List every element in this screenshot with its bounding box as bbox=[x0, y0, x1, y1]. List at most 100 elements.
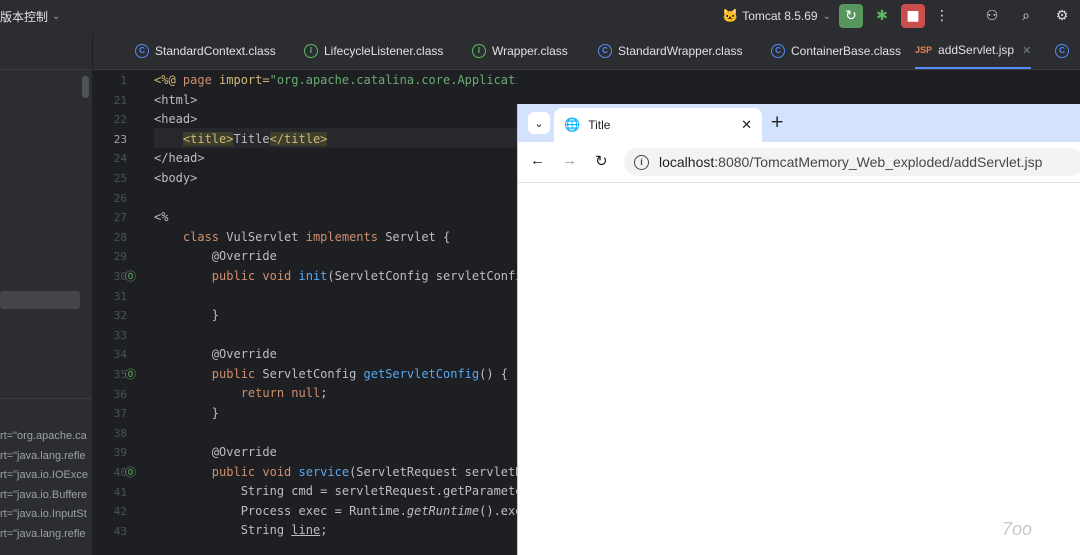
code-editor[interactable]: <%@ page import="org.apache.catalina.cor… bbox=[154, 70, 517, 555]
line-number: 41 bbox=[113, 486, 127, 499]
code-line: <%@ page import="org.apache.catalina.cor… bbox=[154, 73, 517, 87]
code-line: } bbox=[154, 406, 219, 420]
add-user-icon[interactable]: ⚇ bbox=[980, 4, 1004, 28]
browser-tab-title: Title bbox=[588, 118, 611, 132]
line-number: 31 bbox=[113, 290, 127, 303]
code-line: Process exec = Runtime.getRuntime().exec… bbox=[154, 504, 517, 518]
token: @Override bbox=[211, 249, 277, 263]
gear-icon[interactable]: ⚙ bbox=[1050, 4, 1074, 28]
close-icon[interactable]: ✕ bbox=[1022, 44, 1031, 57]
line-number: 30 bbox=[113, 270, 127, 283]
project-panel-header bbox=[0, 33, 92, 70]
line-number: 22 bbox=[113, 113, 127, 126]
line-number: 36 bbox=[113, 388, 127, 401]
tab-label: StandardWrapper.class bbox=[618, 44, 743, 58]
line-number: 29 bbox=[113, 250, 127, 263]
run-config-label: Tomcat 8.5.69 bbox=[742, 9, 818, 23]
line-number-gutter: 1 21 22 23 24 25 26 27 28 29 30 31 32 33… bbox=[93, 70, 153, 555]
tab-label: LifecycleListener.class bbox=[324, 44, 444, 58]
close-icon[interactable]: ✕ bbox=[741, 117, 752, 133]
tab-standard-context[interactable]: C StandardContext.class bbox=[135, 33, 276, 69]
reload-icon[interactable]: ↻ bbox=[595, 152, 608, 170]
back-icon[interactable]: ← bbox=[530, 152, 545, 169]
tab-overflow[interactable]: C bbox=[1055, 33, 1075, 69]
code-line: public void service(ServletRequest servl… bbox=[154, 465, 517, 479]
line-number: 23 bbox=[113, 133, 127, 146]
preview-line: rt="java.lang.refle bbox=[0, 449, 86, 462]
line-number: 27 bbox=[113, 211, 127, 224]
project-panel: rt="org.apache.ca rt="java.lang.refle rt… bbox=[0, 33, 93, 555]
tab-standard-wrapper[interactable]: C StandardWrapper.class bbox=[598, 33, 743, 69]
line-number: 43 bbox=[113, 525, 127, 538]
tab-wrapper[interactable]: I Wrapper.class bbox=[472, 33, 568, 69]
new-tab-icon[interactable]: + bbox=[770, 112, 784, 132]
search-icon[interactable]: ⌕ bbox=[1014, 4, 1038, 28]
interface-icon: I bbox=[304, 44, 318, 58]
debug-icon[interactable]: ✱ bbox=[870, 4, 894, 28]
run-config-selector[interactable]: 🐱 Tomcat 8.5.69 ⌄ bbox=[722, 5, 831, 27]
browser-tab[interactable]: 🌐 Title ✕ bbox=[554, 108, 762, 142]
vcs-label: 版本控制 bbox=[0, 10, 49, 24]
vcs-menu[interactable]: 版本控制 ⌄ bbox=[0, 0, 60, 33]
tab-add-servlet[interactable]: JSP addServlet.jsp ✕ bbox=[915, 33, 1032, 69]
implements-marker-icon[interactable]: ⓪ bbox=[125, 464, 136, 480]
rerun-icon[interactable]: ↻ bbox=[839, 4, 863, 28]
code-line: @Override bbox=[154, 445, 277, 459]
token: } bbox=[211, 406, 220, 420]
preview-line: rt="java.lang.refle bbox=[0, 527, 86, 540]
class-icon: C bbox=[1055, 44, 1069, 58]
forward-icon[interactable]: → bbox=[562, 152, 577, 169]
tomcat-icon: 🐱 bbox=[722, 8, 739, 23]
more-icon[interactable]: ⋮ bbox=[930, 4, 954, 28]
preview-line: rt="org.apache.ca bbox=[0, 430, 87, 442]
token: String cmd = servletRequest.getParameter… bbox=[240, 484, 517, 498]
tab-label: ContainerBase.class bbox=[791, 44, 902, 58]
address-bar[interactable]: i localhost:8080/TomcatMemory_Web_explod… bbox=[624, 148, 1080, 176]
project-selected-item[interactable] bbox=[0, 291, 80, 309]
interface-icon: I bbox=[472, 44, 486, 58]
code-line: String line; bbox=[154, 523, 328, 537]
class-icon: C bbox=[598, 44, 612, 58]
token: <title> bbox=[182, 132, 234, 146]
implements-marker-icon[interactable]: ⓪ bbox=[125, 268, 136, 284]
token: public void bbox=[211, 465, 299, 479]
token: "org.apache.catalina.core.ApplicationCon… bbox=[269, 73, 517, 87]
tab-label: StandardContext.class bbox=[155, 44, 276, 58]
chevron-down-icon: ⌄ bbox=[822, 10, 831, 22]
class-icon: C bbox=[771, 44, 785, 58]
stop-icon[interactable]: ■ bbox=[901, 4, 925, 28]
code-line: class VulServlet implements Servlet { bbox=[154, 230, 450, 244]
token: service bbox=[298, 465, 350, 479]
main-toolbar: 版本控制 ⌄ 🐱 Tomcat 8.5.69 ⌄ ↻ ✱ ■ ⋮ ⚇ ⌕ ⚙ bbox=[0, 0, 1080, 33]
line-number: 38 bbox=[113, 427, 127, 440]
project-scrollbar[interactable] bbox=[82, 76, 89, 98]
tab-search-icon[interactable]: ⌄ bbox=[528, 112, 550, 134]
token: ; bbox=[320, 523, 328, 537]
url-host: localhost bbox=[659, 154, 715, 170]
preview-line: rt="java.io.Buffere bbox=[0, 488, 88, 501]
line-number: 32 bbox=[113, 309, 127, 322]
browser-tab-strip: ⌄ 🌐 Title ✕ + bbox=[518, 104, 1080, 142]
code-line: <html> bbox=[154, 93, 198, 107]
line-number: 33 bbox=[113, 329, 127, 342]
line-number: 1 bbox=[120, 74, 127, 87]
tab-lifecycle-listener[interactable]: I LifecycleListener.class bbox=[304, 33, 443, 69]
code-line: } bbox=[154, 308, 219, 322]
code-line: public void init(ServletConfig servletCo… bbox=[154, 269, 517, 283]
token: @Override bbox=[211, 347, 277, 361]
implements-marker-icon[interactable]: ⓪ bbox=[125, 366, 136, 382]
panel-divider bbox=[0, 398, 92, 399]
globe-icon: 🌐 bbox=[564, 117, 581, 132]
code-line: <body> bbox=[154, 171, 198, 185]
code-line: @Override bbox=[154, 249, 277, 263]
info-icon[interactable]: i bbox=[634, 154, 649, 170]
token: implements bbox=[305, 230, 378, 244]
token: <%@ bbox=[154, 73, 183, 87]
tab-container-base[interactable]: C ContainerBase.class bbox=[771, 33, 901, 69]
line-number: 21 bbox=[113, 94, 127, 107]
token: return null bbox=[240, 386, 321, 400]
browser-nav-bar: ← → ↻ i localhost:8080/TomcatMemory_Web_… bbox=[518, 142, 1080, 183]
token: line bbox=[291, 523, 321, 537]
tab-label: Wrapper.class bbox=[492, 44, 568, 58]
line-number: 26 bbox=[113, 192, 127, 205]
